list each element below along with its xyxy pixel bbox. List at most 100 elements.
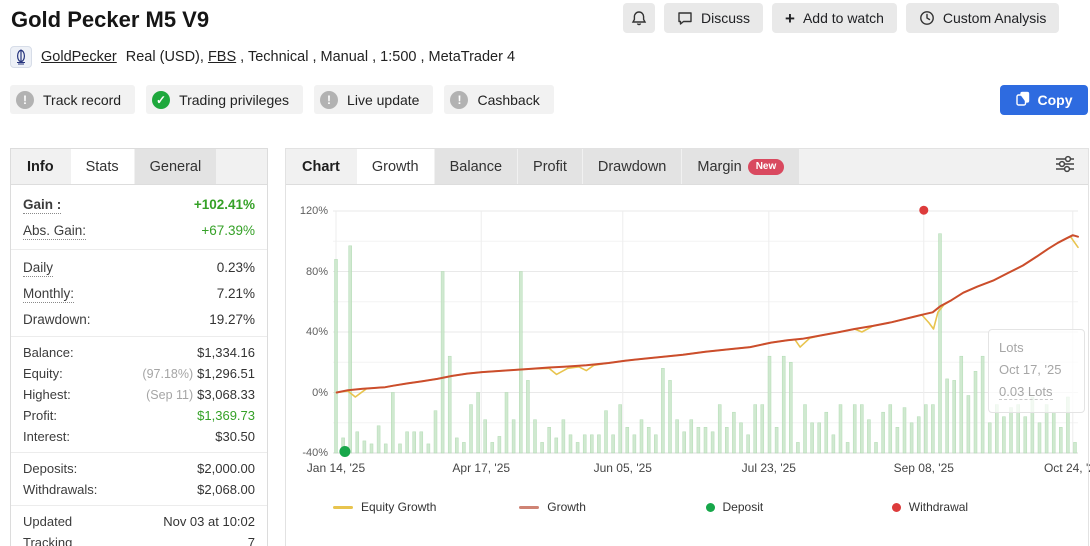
chart-filter-icon[interactable] bbox=[1054, 154, 1076, 179]
tab-label: Margin bbox=[697, 159, 741, 175]
notifications-button[interactable] bbox=[623, 3, 655, 33]
legend-dot-swatch bbox=[706, 503, 715, 512]
x-tick-label: Sep 08, '25 bbox=[878, 461, 970, 475]
tab-chart[interactable]: Chart bbox=[286, 149, 356, 184]
legend-line-swatch bbox=[519, 506, 539, 509]
stat-label: Highest: bbox=[23, 387, 71, 402]
discuss-label: Discuss bbox=[701, 10, 750, 26]
account-avatar[interactable] bbox=[10, 46, 32, 68]
lots-bar bbox=[420, 432, 423, 453]
lots-bar bbox=[647, 427, 650, 453]
stats-group: Daily0.23%Monthly:7.21%Drawdown:19.27% bbox=[11, 249, 267, 336]
tab-profit[interactable]: Profit bbox=[518, 149, 582, 184]
growth-chart-plot[interactable] bbox=[333, 211, 1078, 453]
discuss-button[interactable]: Discuss bbox=[664, 3, 763, 33]
lots-bar bbox=[462, 442, 465, 453]
lots-bar bbox=[541, 442, 544, 453]
lots-bar bbox=[363, 441, 366, 453]
stats-group: UpdatedNov 03 at 10:02 Tracking 7 bbox=[11, 505, 267, 546]
bell-icon bbox=[631, 10, 647, 27]
lots-bar bbox=[597, 435, 600, 453]
stat-label: Tracking bbox=[23, 535, 72, 546]
copy-icon bbox=[1016, 91, 1030, 109]
lots-bar bbox=[761, 405, 764, 453]
tab-label: Growth bbox=[372, 159, 419, 175]
tab-growth[interactable]: Growth bbox=[357, 149, 434, 184]
stat-value: 7 bbox=[248, 535, 255, 546]
lots-bar bbox=[796, 442, 799, 453]
legend-label: Withdrawal bbox=[909, 500, 968, 514]
legend-label: Equity Growth bbox=[361, 500, 436, 514]
stat-value: $30.50 bbox=[215, 429, 255, 444]
lots-bar bbox=[619, 405, 622, 453]
x-tick-label: Jul 23, '25 bbox=[723, 461, 815, 475]
header-actions: Discuss + Add to watch Custom Analysis bbox=[623, 3, 1059, 33]
lots-bar bbox=[924, 405, 927, 453]
legend-growth[interactable]: Growth bbox=[519, 500, 705, 514]
broker-link[interactable]: FBS bbox=[208, 49, 236, 65]
add-to-watch-button[interactable]: + Add to watch bbox=[772, 3, 897, 33]
x-tick-label: Jun 05, '25 bbox=[577, 461, 669, 475]
lots-bar bbox=[811, 423, 814, 453]
stats-tabrow: Info StatsGeneral bbox=[11, 149, 267, 185]
copy-button[interactable]: Copy bbox=[1000, 85, 1088, 115]
tab-stats[interactable]: Stats bbox=[71, 149, 134, 184]
badge-cashback[interactable]: !Cashback bbox=[444, 85, 553, 114]
lots-bar bbox=[896, 427, 899, 453]
lots-bar bbox=[867, 420, 870, 453]
lots-bar bbox=[335, 259, 338, 453]
legend-deposit[interactable]: Deposit bbox=[706, 500, 892, 514]
x-tick-label: Oct 24, '25 bbox=[1027, 461, 1090, 475]
legend-label: Deposit bbox=[723, 500, 764, 514]
lots-bar bbox=[967, 396, 970, 454]
y-tick-label: 120% bbox=[288, 205, 328, 217]
legend-equity-growth[interactable]: Equity Growth bbox=[333, 500, 519, 514]
stat-row-drawdown: Drawdown:19.27% bbox=[11, 307, 267, 331]
lots-bar bbox=[562, 420, 565, 453]
account-name-link[interactable]: GoldPecker bbox=[41, 49, 117, 65]
stat-label: Balance: bbox=[23, 345, 74, 360]
lots-bar bbox=[370, 444, 373, 453]
badge-live-update[interactable]: !Live update bbox=[314, 85, 433, 114]
tab-drawdown[interactable]: Drawdown bbox=[583, 149, 682, 184]
stat-row-updated: UpdatedNov 03 at 10:02 bbox=[11, 511, 267, 532]
tab-margin[interactable]: Margin New bbox=[682, 149, 799, 184]
custom-analysis-button[interactable]: Custom Analysis bbox=[906, 3, 1059, 33]
tab-balance[interactable]: Balance bbox=[435, 149, 517, 184]
custom-analysis-label: Custom Analysis bbox=[943, 10, 1046, 26]
stat-value: +102.41% bbox=[194, 197, 255, 212]
lots-bar bbox=[889, 405, 892, 453]
lots-bar bbox=[804, 405, 807, 453]
check-circle-icon: ✓ bbox=[152, 91, 170, 109]
stats-group: Gain :+102.41%Abs. Gain:+67.39% bbox=[11, 185, 267, 249]
badge-label: Trading privileges bbox=[179, 92, 289, 108]
lots-bar bbox=[391, 393, 394, 454]
lots-bar bbox=[590, 435, 593, 453]
tab-info[interactable]: Info bbox=[11, 149, 70, 184]
stat-label: Monthly: bbox=[23, 286, 74, 303]
stat-value: 0.23% bbox=[217, 260, 255, 275]
exclamation-circle-icon: ! bbox=[320, 91, 338, 109]
tab-label: Profit bbox=[533, 159, 567, 175]
stats-list: Gain :+102.41%Abs. Gain:+67.39%Daily0.23… bbox=[11, 185, 267, 546]
chart-panel: Chart Growth Balance Profit Drawdown Margin N… bbox=[285, 148, 1089, 546]
series-growth bbox=[337, 235, 1078, 392]
lots-bar bbox=[747, 435, 750, 453]
tab-general[interactable]: General bbox=[135, 149, 217, 184]
lots-bar bbox=[910, 423, 913, 453]
lots-bar bbox=[434, 411, 437, 453]
lots-bar bbox=[612, 435, 615, 453]
stat-value: (97.18%)$1,296.51 bbox=[142, 366, 255, 381]
badge-track-record[interactable]: !Track record bbox=[10, 85, 135, 114]
lots-bar bbox=[534, 420, 537, 453]
lots-bar bbox=[356, 432, 359, 453]
legend-withdrawal[interactable]: Withdrawal bbox=[892, 500, 1078, 514]
lots-bar bbox=[754, 405, 757, 453]
new-badge: New bbox=[748, 159, 785, 175]
lots-bar bbox=[1038, 423, 1041, 453]
stat-row-monthly: Monthly:7.21% bbox=[11, 281, 267, 307]
y-tick-label: -40% bbox=[288, 447, 328, 459]
badge-trading-privileges[interactable]: ✓ Trading privileges bbox=[146, 85, 303, 114]
stat-label: Deposits: bbox=[23, 461, 77, 476]
lots-bar bbox=[455, 438, 458, 453]
